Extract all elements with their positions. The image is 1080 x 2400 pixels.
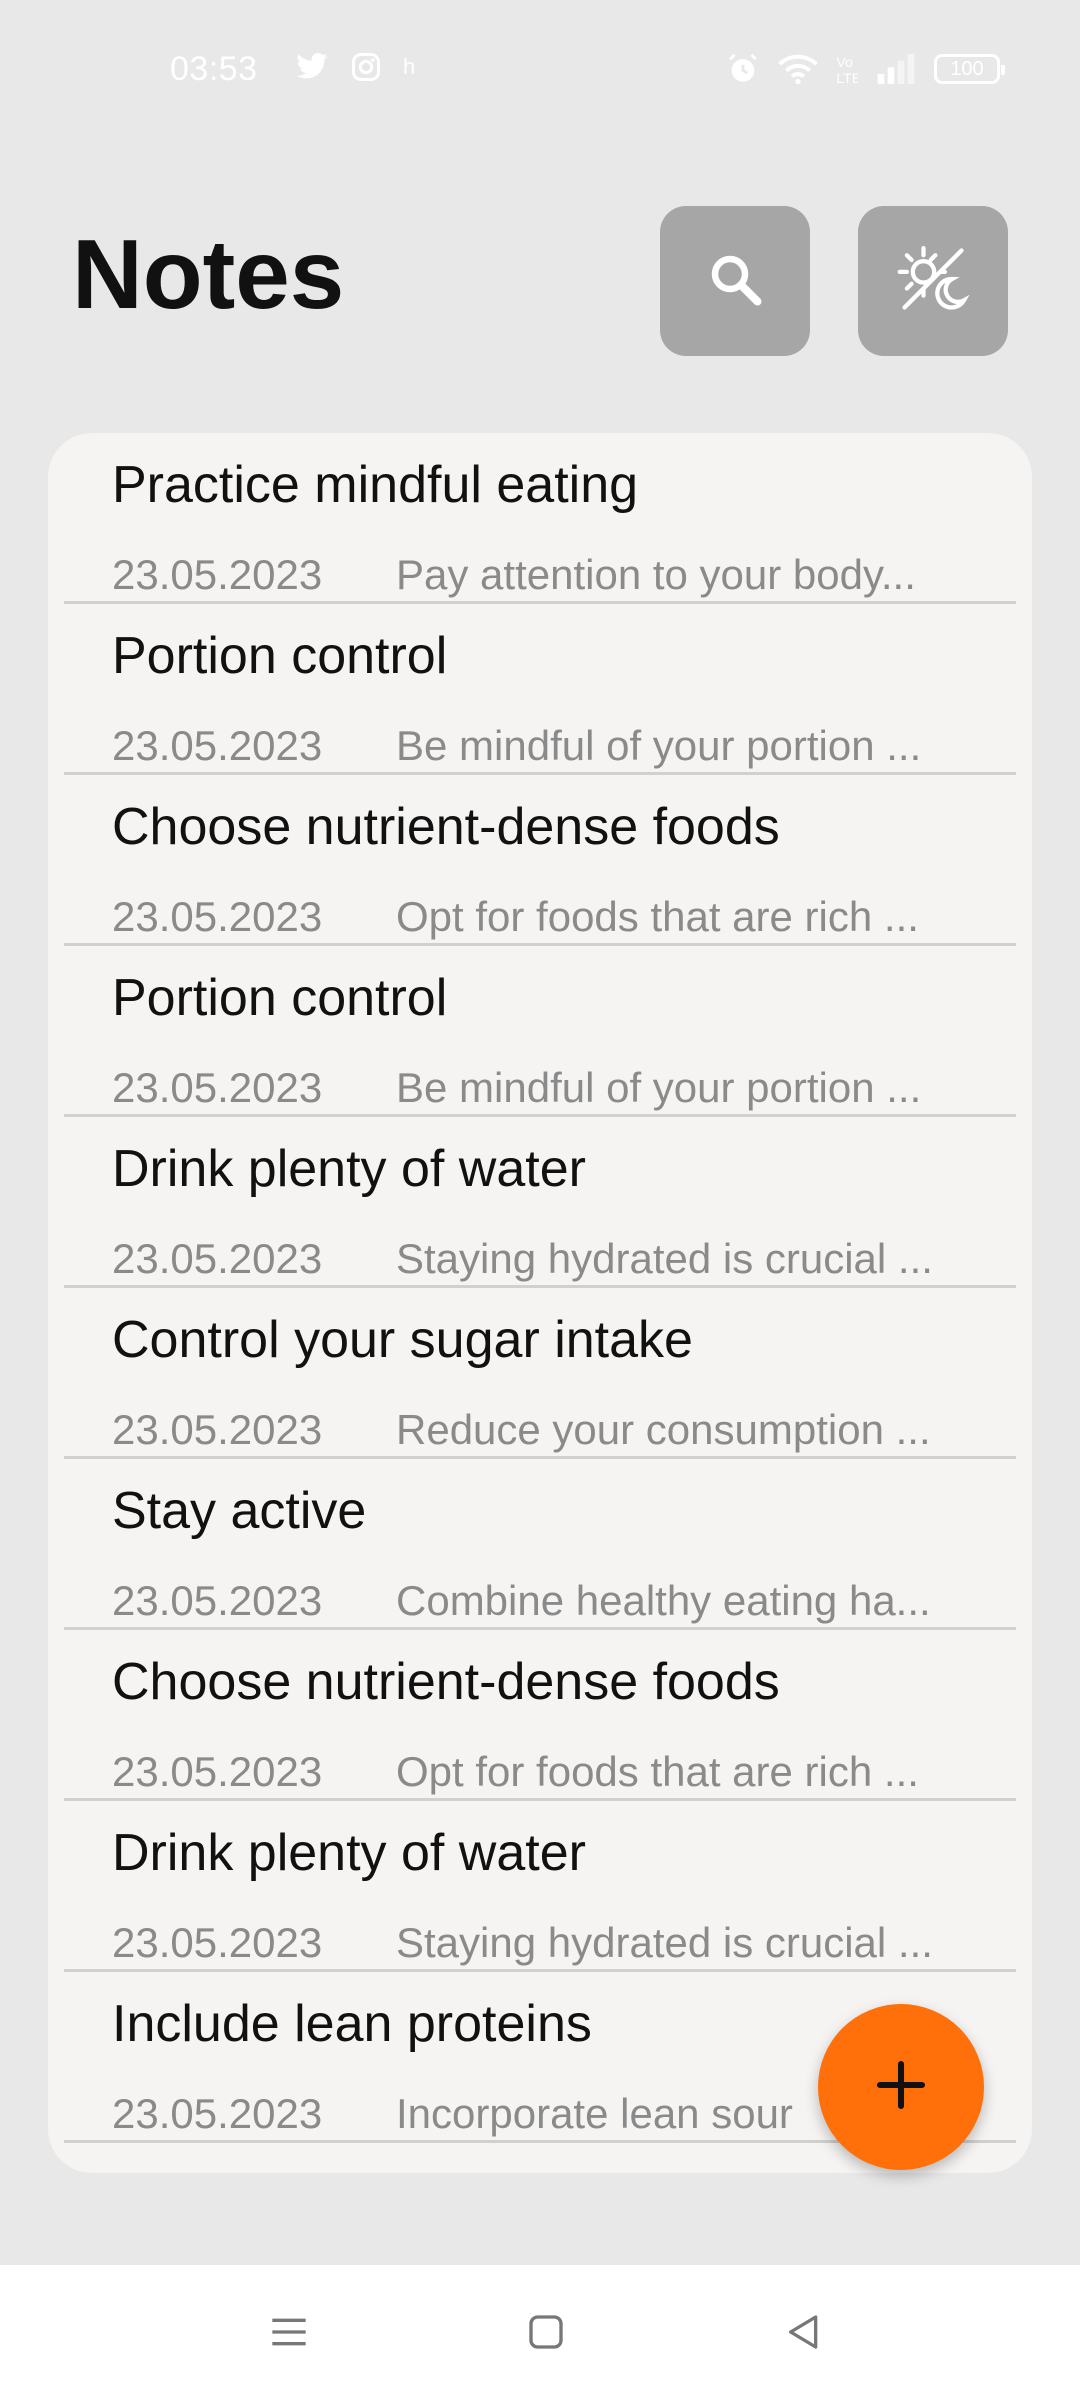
note-title: Portion control xyxy=(112,627,448,685)
note-item[interactable]: Choose nutrient-dense foods 23.05.2023 O… xyxy=(48,1630,1032,1801)
note-item[interactable]: Practice mindful eating 23.05.2023 Pay a… xyxy=(48,433,1032,604)
notes-list: Practice mindful eating 23.05.2023 Pay a… xyxy=(48,433,1032,2173)
note-preview: Opt for foods that are rich ... xyxy=(396,1748,919,1795)
menu-icon xyxy=(269,2314,309,2355)
note-date: 23.05.2023 xyxy=(112,893,323,940)
wifi-icon xyxy=(778,53,818,85)
note-title: Choose nutrient-dense foods xyxy=(112,1653,780,1711)
h-icon: h xyxy=(403,54,416,79)
note-date: 23.05.2023 xyxy=(112,1406,323,1453)
signal-icon xyxy=(876,54,916,84)
note-title: Portion control xyxy=(112,969,448,1027)
twitter-icon xyxy=(295,52,329,82)
status-right-icons: VoLTE 100 xyxy=(726,52,1005,86)
note-preview: Combine healthy eating ha... xyxy=(396,1577,931,1624)
note-date: 23.05.2023 xyxy=(112,722,323,769)
note-title: Stay active xyxy=(112,1482,367,1540)
nav-menu-button[interactable] xyxy=(264,2309,314,2359)
note-preview: Staying hydrated is crucial ... xyxy=(396,1919,933,1966)
theme-toggle-button[interactable] xyxy=(858,206,1008,356)
note-title: Practice mindful eating xyxy=(112,456,639,514)
system-nav-bar xyxy=(0,2265,1080,2400)
battery-icon: 100 xyxy=(934,54,1005,84)
note-item[interactable]: Drink plenty of water 23.05.2023 Staying… xyxy=(48,1117,1032,1288)
note-title: Control your sugar intake xyxy=(112,1311,693,1369)
svg-text:LTE: LTE xyxy=(836,71,858,85)
note-date: 23.05.2023 xyxy=(112,2090,323,2137)
status-bar: 03:53 h VoLTE 100 xyxy=(0,0,1080,140)
note-preview: Staying hydrated is crucial ... xyxy=(396,1235,933,1282)
note-date: 23.05.2023 xyxy=(112,1235,323,1282)
status-left-icons: h xyxy=(295,52,415,82)
note-date: 23.05.2023 xyxy=(112,1577,323,1624)
note-preview: Opt for foods that are rich ... xyxy=(396,893,919,940)
note-title: Drink plenty of water xyxy=(112,1140,586,1198)
home-icon xyxy=(526,2312,566,2357)
note-title: Choose nutrient-dense foods xyxy=(112,798,780,856)
status-time: 03:53 xyxy=(170,50,258,88)
note-preview: Pay attention to your body... xyxy=(396,551,916,598)
plus-icon xyxy=(873,2057,929,2118)
note-item[interactable]: Portion control 23.05.2023 Be mindful of… xyxy=(48,946,1032,1117)
note-item[interactable]: Control your sugar intake 23.05.2023 Red… xyxy=(48,1288,1032,1459)
note-item[interactable]: Stay active 23.05.2023 Combine healthy e… xyxy=(48,1459,1032,1630)
note-item[interactable]: Portion control 23.05.2023 Be mindful of… xyxy=(48,604,1032,775)
instagram-icon xyxy=(351,52,381,82)
volte-icon: VoLTE xyxy=(836,53,858,85)
note-item[interactable]: Choose nutrient-dense foods 23.05.2023 O… xyxy=(48,775,1032,946)
svg-text:Vo: Vo xyxy=(836,55,853,71)
alarm-icon xyxy=(726,52,760,86)
note-date: 23.05.2023 xyxy=(112,551,323,598)
search-icon xyxy=(705,249,765,314)
nav-home-button[interactable] xyxy=(521,2309,571,2359)
back-icon xyxy=(784,2312,824,2357)
note-date: 23.05.2023 xyxy=(112,1064,323,1111)
nav-back-button[interactable] xyxy=(779,2309,829,2359)
note-preview: Be mindful of your portion ... xyxy=(396,1064,922,1111)
note-preview: Be mindful of your portion ... xyxy=(396,722,922,769)
note-date: 23.05.2023 xyxy=(112,1748,323,1795)
day-night-icon xyxy=(895,241,971,322)
page-title: Notes xyxy=(72,219,345,329)
note-title: Drink plenty of water xyxy=(112,1824,586,1882)
note-item[interactable]: Drink plenty of water 23.05.2023 Staying… xyxy=(48,1801,1032,1972)
note-date: 23.05.2023 xyxy=(112,1919,323,1966)
note-title: Include lean proteins xyxy=(112,1995,592,2053)
add-note-button[interactable] xyxy=(818,2004,984,2170)
search-button[interactable] xyxy=(660,206,810,356)
note-preview: Reduce your consumption ... xyxy=(396,1406,931,1453)
